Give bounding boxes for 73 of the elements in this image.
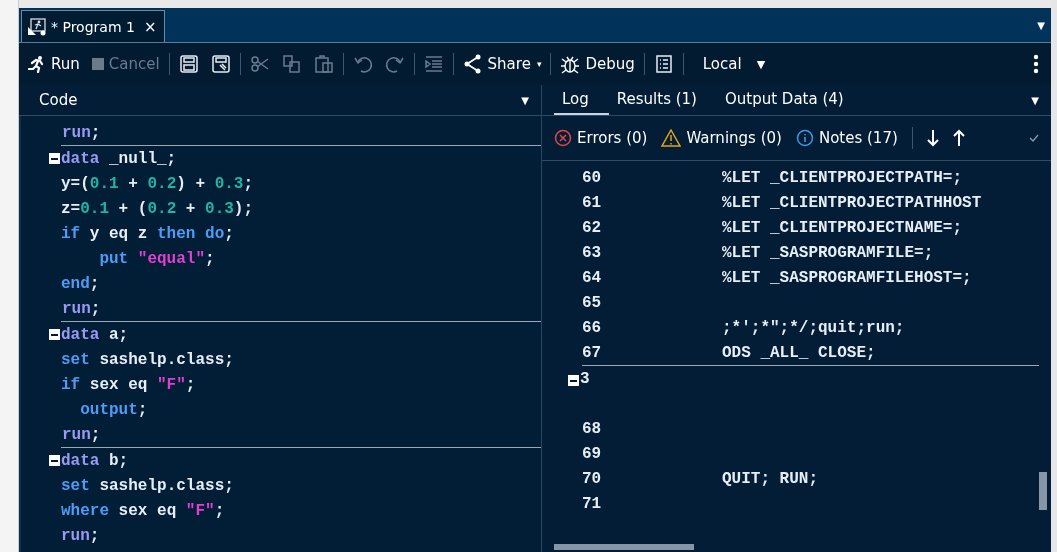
scrollbar-thumb[interactable] xyxy=(554,544,694,550)
collapse-icon[interactable] xyxy=(49,329,60,340)
code-line: output; xyxy=(79,400,148,419)
errors-filter[interactable]: Errors (0) xyxy=(554,129,648,147)
stop-icon xyxy=(91,58,104,70)
share-icon xyxy=(462,54,483,74)
server-dropdown[interactable]: Local ▼ xyxy=(699,53,769,75)
log-line: %LET _SASPROGRAMFILEHOST=; xyxy=(722,268,972,287)
program-tab[interactable]: * Program 1 × xyxy=(21,10,166,42)
code-line: run; xyxy=(62,123,101,142)
line-number: 65 xyxy=(581,293,603,312)
code-line: data a; xyxy=(61,325,129,344)
code-line: data b; xyxy=(61,451,129,470)
log-line: ;*';*";*/;quit;run; xyxy=(722,318,905,337)
tab[interactable]: Log xyxy=(554,85,609,115)
code-line: y=(0.1 + 0.2) + 0.3; xyxy=(61,174,254,193)
warnings-filter[interactable]: Warnings (0) xyxy=(661,129,782,147)
line-number: 69 xyxy=(581,444,603,463)
info-icon xyxy=(795,129,814,147)
code-line: end; xyxy=(61,274,100,293)
bug-icon xyxy=(560,54,581,74)
line-number: 66 xyxy=(581,318,603,337)
log-line: QUIT; RUN; xyxy=(722,469,818,488)
line-number: 64 xyxy=(581,268,603,287)
tab[interactable]: Output Data (4) xyxy=(717,85,864,115)
next-arrow-icon[interactable] xyxy=(926,129,939,147)
notes-filter[interactable]: Notes (17) xyxy=(795,129,898,147)
debug-button[interactable]: Debug xyxy=(557,52,638,76)
log-line: %LET _CLIENTPROJECTPATHHOST xyxy=(722,193,982,212)
code-line: data _null_; xyxy=(61,149,177,168)
line-number: 62 xyxy=(581,218,603,237)
run-button[interactable]: Run xyxy=(25,53,83,75)
log-line: ODS _ALL_ CLOSE; xyxy=(722,343,876,362)
code-line: if y eq z then do; xyxy=(61,224,234,243)
code-line: run; xyxy=(61,526,100,545)
code-pane-title: Code xyxy=(39,91,78,109)
warning-icon xyxy=(661,129,682,147)
log-line: %LET _CLIENTPROJECTPATH=; xyxy=(722,168,963,187)
tab[interactable]: Results (1) xyxy=(608,85,717,115)
log-line: %LET _SASPROGRAMFILE=; xyxy=(722,243,934,262)
log-line: %LET _CLIENTPROJECTNAME=; xyxy=(722,218,963,237)
line-number: 71 xyxy=(581,494,603,513)
line-number: 61 xyxy=(581,193,603,212)
line-number: 70 xyxy=(581,469,603,488)
collapse-icon[interactable] xyxy=(49,153,60,164)
code-line: set sashelp.class; xyxy=(61,476,234,495)
tab-menu-caret[interactable]: ▼ xyxy=(1031,19,1051,31)
previous-arrow-icon[interactable] xyxy=(952,129,965,147)
line-number: 67 xyxy=(582,343,603,362)
collapse-icon[interactable] xyxy=(49,455,60,466)
running-person-icon xyxy=(28,55,46,73)
code-line: run; xyxy=(62,425,101,444)
line-number: 63 xyxy=(581,243,603,262)
code-line: put "equal"; xyxy=(98,249,215,268)
scrollbar-thumb[interactable] xyxy=(1039,472,1047,510)
tabs-menu-caret[interactable]: ▼ xyxy=(1025,94,1045,106)
line-number: 60 xyxy=(581,168,603,187)
code-editor[interactable] xyxy=(19,116,541,552)
checkmark-icon[interactable] xyxy=(1029,134,1039,142)
code-line: set sashelp.class; xyxy=(61,350,234,369)
code-menu-caret[interactable]: ▼ xyxy=(515,94,535,106)
close-icon[interactable]: × xyxy=(143,17,157,36)
code-line: if sex eq "F"; xyxy=(61,375,196,394)
error-icon xyxy=(554,129,572,147)
more-options-icon[interactable] xyxy=(1033,54,1039,74)
share-button[interactable]: Share ▾ xyxy=(459,52,545,76)
log-section-number: 3 xyxy=(580,370,590,388)
code-line: z=0.1 + (0.2 + 0.3); xyxy=(61,199,254,218)
code-line: run; xyxy=(62,299,101,318)
program-runner-icon xyxy=(28,17,46,36)
line-number: 68 xyxy=(581,419,603,438)
code-line: where sex eq "F"; xyxy=(61,501,225,520)
collapse-icon[interactable] xyxy=(568,375,579,386)
